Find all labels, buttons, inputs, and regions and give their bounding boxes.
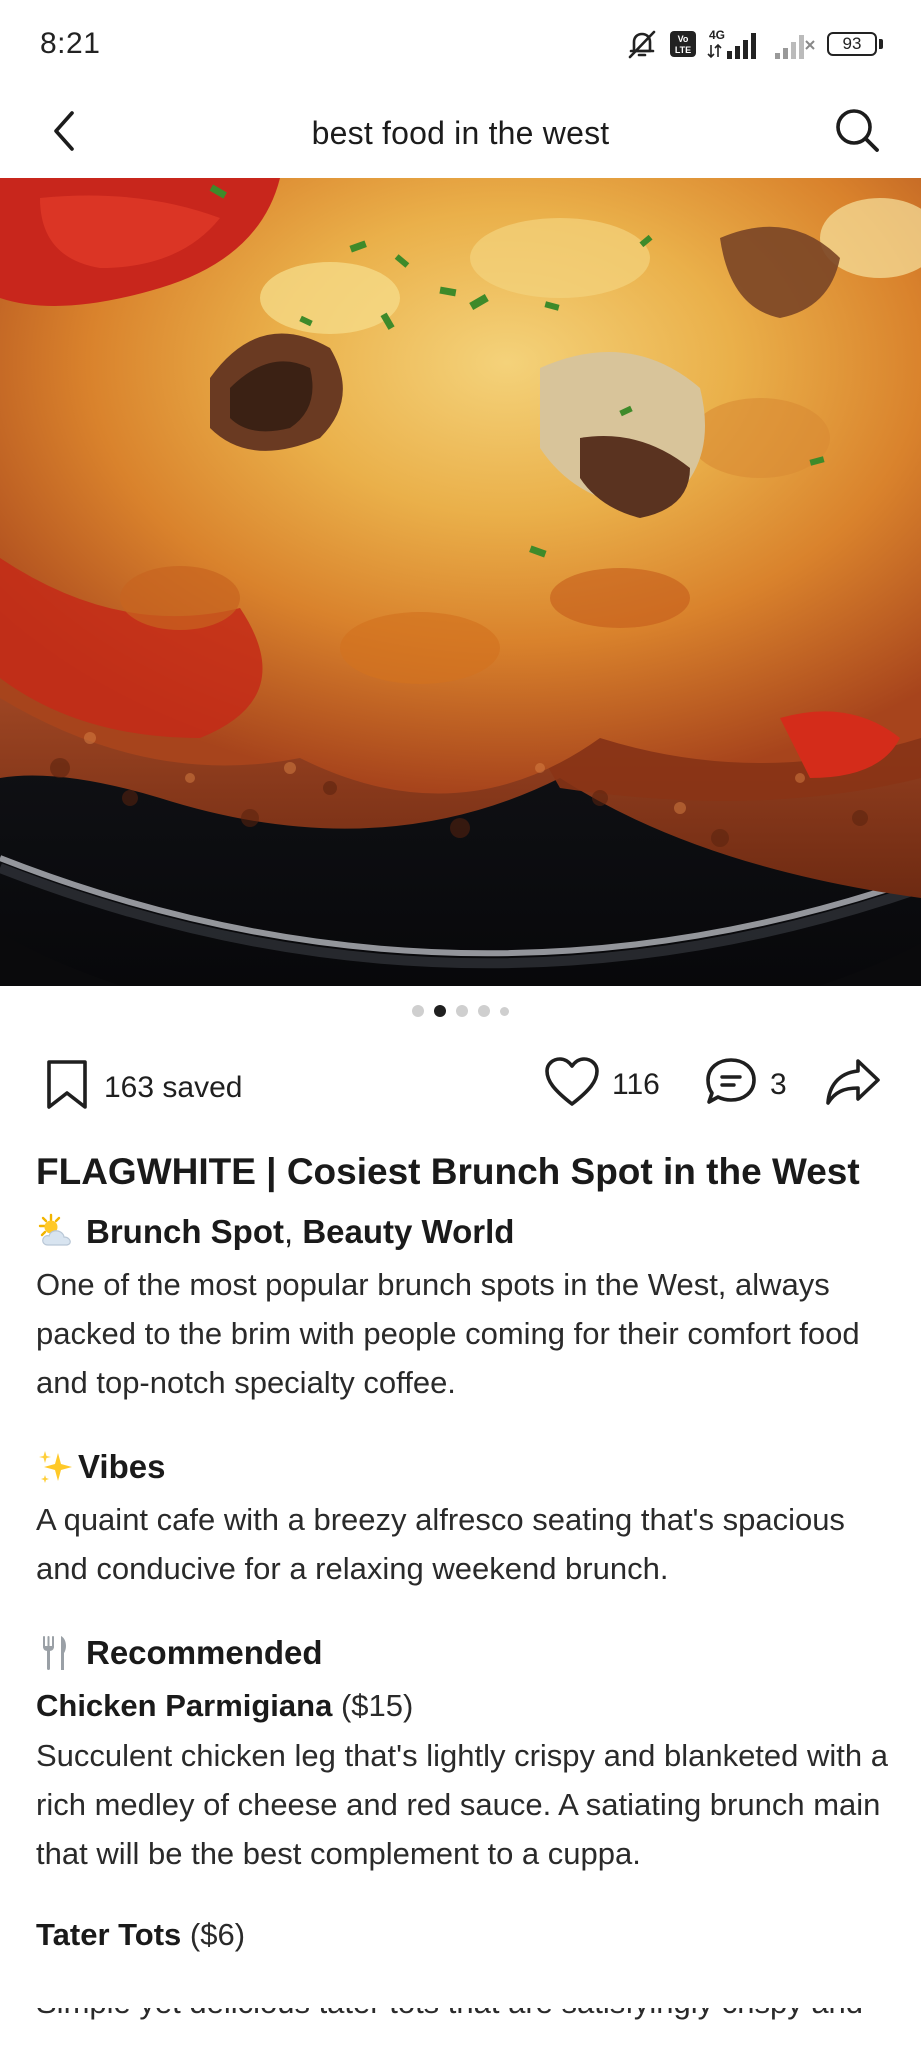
location-line: Brunch Spot, Beauty World <box>36 1204 896 1260</box>
carousel-dot-active <box>434 1005 446 1017</box>
status-bar: 8:21 Vo LTE 4G 93 <box>0 0 921 88</box>
sun-behind-cloud-icon <box>36 1212 76 1252</box>
action-bar: 163 saved 116 3 <box>0 1052 921 1118</box>
search-button[interactable] <box>829 104 885 160</box>
comment-count: 3 <box>770 1067 787 1101</box>
battery-tip <box>879 39 883 49</box>
carousel-dot <box>500 1006 509 1016</box>
menu-item-description: Simple yet delicious tater tots that are… <box>36 2008 863 2020</box>
signal-weak-icon <box>773 27 817 61</box>
battery-level: 93 <box>827 32 877 56</box>
signal-4g-icon: 4G <box>707 27 763 61</box>
carousel-dot <box>478 1005 490 1017</box>
carousel-dot <box>412 1005 424 1017</box>
svg-text:LTE: LTE <box>675 45 691 55</box>
search-icon <box>833 106 881 159</box>
like-count: 116 <box>612 1067 660 1101</box>
intro-paragraph: One of the most popular brunch spots in … <box>36 1267 860 1400</box>
page-title: best food in the west <box>311 114 610 151</box>
post-image[interactable] <box>0 178 921 986</box>
menu-item-title: Tater Tots ($6) <box>36 1910 896 1960</box>
menu-item-price: ($6) <box>189 1917 246 1952</box>
vibes-heading: Vibes <box>36 1439 896 1495</box>
fork-and-knife-icon <box>36 1633 76 1673</box>
comment-button[interactable]: 3 <box>704 1056 787 1113</box>
chevron-left-icon <box>50 109 80 158</box>
menu-item-price: ($15) <box>340 1688 414 1723</box>
bell-off-icon <box>625 27 659 61</box>
recommended-heading: Recommended <box>36 1625 896 1681</box>
comment-icon <box>704 1056 758 1113</box>
vibes-paragraph: A quaint cafe with a breezy alfresco sea… <box>36 1502 845 1586</box>
menu-item-description: Succulent chicken leg that's lightly cri… <box>36 1738 889 1871</box>
post-title: FLAGWHITE | Cosiest Brunch Spot in the W… <box>36 1151 860 1192</box>
recommended-heading-label: Recommended <box>86 1634 323 1671</box>
post-detail-screen: 8:21 Vo LTE 4G 93 best food in the west … <box>0 0 921 2048</box>
svg-text:Vo: Vo <box>678 34 689 44</box>
top-nav: best food in the west <box>0 88 921 178</box>
back-button[interactable] <box>40 108 90 158</box>
status-icons: Vo LTE 4G 93 <box>625 24 883 64</box>
sparkles-icon <box>36 1447 76 1487</box>
carousel-indicator <box>0 1000 921 1022</box>
share-button[interactable] <box>824 1056 882 1113</box>
location-label: Brunch Spot <box>86 1213 284 1250</box>
battery-icon: 93 <box>827 32 883 56</box>
location-place[interactable]: Beauty World <box>302 1204 514 1260</box>
like-button[interactable]: 116 <box>544 1056 660 1113</box>
menu-item-description-partial: Simple yet delicious tater tots that are… <box>36 2008 896 2024</box>
status-time: 8:21 <box>40 27 101 60</box>
saved-count: 163 saved <box>104 1070 243 1104</box>
svg-text:4G: 4G <box>709 28 725 42</box>
volte-icon: Vo LTE <box>669 30 697 58</box>
menu-item-title: Chicken Parmigiana ($15) <box>36 1681 896 1731</box>
heart-icon <box>544 1056 600 1113</box>
share-arrow-icon <box>824 1059 882 1112</box>
save-button[interactable]: 163 saved <box>44 1058 242 1117</box>
post-content: FLAGWHITE | Cosiest Brunch Spot in the W… <box>36 1140 896 1960</box>
carousel-dot <box>456 1005 468 1017</box>
menu-item-name: Chicken Parmigiana <box>36 1688 333 1723</box>
menu-item-name: Tater Tots <box>36 1917 182 1952</box>
bookmark-icon <box>44 1058 90 1117</box>
chicken-parmigiana-photo <box>0 178 921 986</box>
location-separator: , <box>283 1213 303 1250</box>
vibes-heading-label: Vibes <box>78 1448 166 1485</box>
